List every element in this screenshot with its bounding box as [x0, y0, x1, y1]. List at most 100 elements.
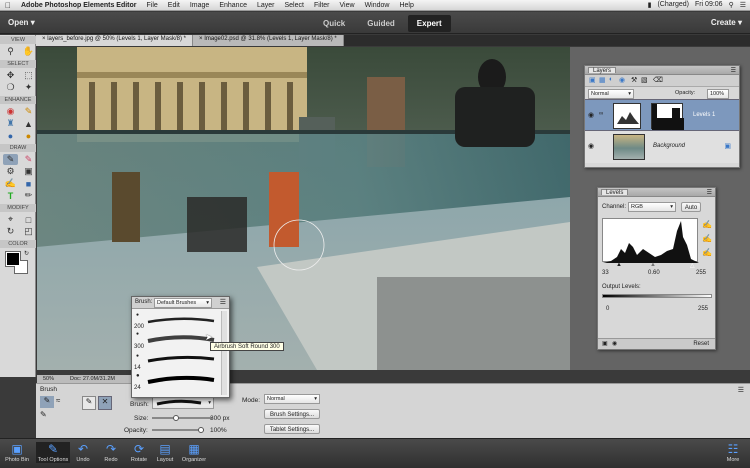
lasso-tool-icon[interactable]: ❍ — [3, 82, 18, 93]
trash-icon[interactable]: ⌫ — [653, 76, 663, 84]
tablet-pressure-toggle[interactable]: ✕ — [98, 396, 112, 410]
menu-select[interactable]: Select — [279, 2, 308, 9]
adjustment-layer-icon[interactable]: ◐ — [609, 76, 613, 83]
brush-item[interactable]: ● 200 — [134, 312, 216, 330]
new-group-icon[interactable]: ▦ — [599, 76, 606, 84]
more-button[interactable]: ☷ More — [718, 442, 748, 463]
zoom-value[interactable]: 50% — [43, 376, 54, 382]
levels-panel-tab[interactable]: Levels — [601, 189, 629, 196]
auto-button[interactable]: Auto — [681, 202, 701, 212]
hand-tool-icon[interactable]: ✋ — [21, 46, 36, 57]
visibility-eye-icon[interactable]: ◉ — [612, 340, 617, 347]
app-menu[interactable]: Adobe Photoshop Elements Editor — [16, 2, 142, 9]
menu-window[interactable]: Window — [360, 2, 395, 9]
organizer-button[interactable]: ▦ Organizer — [176, 442, 212, 463]
battery-icon[interactable]: ▮ — [648, 1, 652, 9]
opacity-slider[interactable] — [152, 427, 204, 433]
photo-bin-button[interactable]: ▣ Photo Bin — [2, 442, 32, 463]
size-slider-knob[interactable] — [172, 415, 179, 421]
link-icon[interactable]: ∞ — [599, 111, 603, 117]
eye-icon[interactable]: ◉ — [3, 106, 18, 117]
brush-set-select[interactable]: Default Brushes ▾ — [154, 298, 212, 308]
output-black-value[interactable]: 0 — [606, 306, 609, 312]
layer-row-background[interactable]: ◉ Background ▣ — [585, 131, 739, 163]
input-white-handle[interactable]: △ — [690, 262, 695, 269]
close-icon[interactable]: × — [42, 36, 46, 42]
color-replacement-icon[interactable]: ✎ — [40, 410, 47, 419]
list-icon[interactable]: ☰ — [740, 1, 746, 9]
mode-guided[interactable]: Guided — [358, 15, 404, 32]
menu-edit[interactable]: Edit — [163, 2, 185, 9]
sponge-tool-icon[interactable]: ● — [3, 130, 18, 141]
gradient-tool-icon[interactable]: ▣ — [21, 166, 36, 177]
impressionist-brush-icon[interactable]: ≈ — [56, 396, 60, 405]
input-black-handle[interactable]: ▲ — [616, 262, 622, 268]
image-canvas[interactable] — [37, 47, 570, 370]
tab-layers-before[interactable]: × layers_before.jpg @ 50% (Levels 1, Lay… — [36, 35, 194, 46]
healing-brush-icon[interactable]: ✎ — [21, 106, 36, 117]
paint-bucket-icon[interactable]: ⚙ — [3, 166, 18, 177]
brush-picker-menu-icon[interactable]: ☰ — [220, 298, 226, 306]
layer-name-background[interactable]: Background — [653, 143, 685, 149]
brush-mode-icon[interactable]: ✎ — [40, 396, 54, 408]
redo-button[interactable]: ↷ Redo — [96, 442, 126, 463]
lock-icon[interactable]: ▣ — [724, 142, 731, 150]
open-button[interactable]: Open ▾ — [8, 18, 35, 27]
panel-menu-icon[interactable]: ☰ — [707, 189, 712, 196]
input-black-value[interactable]: 33 — [602, 270, 609, 276]
visibility-eye-icon[interactable]: ◉ — [588, 111, 594, 119]
input-gray-value[interactable]: 0.60 — [648, 270, 660, 276]
tablet-settings-button[interactable]: Tablet Settings... — [264, 424, 320, 434]
output-white-value[interactable]: 255 — [698, 306, 708, 312]
tab-image02[interactable]: × Image02.psd @ 31.8% (Levels 1, Layer M… — [193, 35, 344, 46]
spotlight-icon[interactable]: ⚲ — [729, 1, 734, 9]
layer-mask-icon[interactable]: ◉ — [619, 76, 625, 84]
swap-colors-icon[interactable]: ↻ — [24, 250, 29, 257]
content-aware-move-icon[interactable]: ↻ — [3, 226, 18, 237]
options-menu-icon[interactable]: ☰ — [738, 386, 744, 394]
layers-panel-tab[interactable]: Layers — [588, 67, 617, 74]
apple-icon[interactable]:  — [0, 1, 16, 10]
mode-expert[interactable]: Expert — [407, 15, 451, 32]
undo-button[interactable]: ↶ Undo — [68, 442, 98, 463]
visibility-eye-icon[interactable]: ◉ — [588, 142, 594, 150]
input-gray-handle[interactable]: ▲ — [650, 262, 656, 268]
layer-name-levels[interactable]: Levels 1 — [693, 112, 715, 118]
type-tool-icon[interactable]: T — [3, 190, 18, 201]
brush-settings-button[interactable]: Brush Settings... — [264, 409, 320, 419]
color-picker-icon[interactable]: ✍ — [3, 178, 18, 189]
menu-view[interactable]: View — [335, 2, 360, 9]
menu-enhance[interactable]: Enhance — [214, 2, 252, 9]
airbrush-toggle[interactable]: ✎ — [82, 396, 96, 410]
blur-tool-icon[interactable]: ▲ — [21, 118, 36, 129]
create-button[interactable]: Create ▾ — [711, 18, 742, 27]
crop-tool-icon[interactable]: ⌖ — [3, 214, 18, 225]
recompose-tool-icon[interactable]: □ — [21, 214, 36, 225]
tool-options-button[interactable]: ✎ Tool Options — [36, 442, 70, 463]
brush-list-scrollbar[interactable] — [221, 311, 227, 395]
mode-select[interactable]: Normal ▾ — [264, 394, 320, 404]
clone-stamp-icon[interactable]: ♜ — [3, 118, 18, 129]
brush-item[interactable]: ● 24 — [134, 373, 216, 393]
pencil-tool-icon[interactable]: ✏ — [21, 190, 36, 201]
close-icon[interactable]: × — [199, 36, 203, 42]
brush-item-selected[interactable]: ● 300 — [134, 331, 216, 350]
layer-opacity-field[interactable]: 100% — [707, 89, 729, 99]
panel-menu-icon[interactable]: ☰ — [731, 67, 736, 74]
lock-pixels-icon[interactable]: ▧ — [641, 76, 648, 84]
blend-mode-select[interactable]: Normal ▾ — [588, 89, 634, 99]
shape-tool-icon[interactable]: ■ — [21, 178, 36, 189]
brush-tool-icon[interactable]: ✎ — [3, 154, 18, 165]
quick-selection-icon[interactable]: ✦ — [21, 82, 36, 93]
white-eyedropper-icon[interactable]: ✍ — [702, 248, 712, 257]
straighten-tool-icon[interactable]: ◰ — [21, 226, 36, 237]
menu-help[interactable]: Help — [394, 2, 418, 9]
menu-file[interactable]: File — [142, 2, 163, 9]
clip-to-layer-icon[interactable]: ▣ — [602, 340, 608, 347]
zoom-tool-icon[interactable]: ⚲ — [3, 46, 18, 57]
input-white-value[interactable]: 255 — [696, 270, 706, 276]
brush-preset-select[interactable]: ▾ — [152, 397, 214, 409]
brush-item[interactable]: ● 14 — [134, 353, 216, 371]
black-eyedropper-icon[interactable]: ✍ — [702, 220, 712, 229]
channel-select[interactable]: RGB ▾ — [628, 202, 676, 212]
